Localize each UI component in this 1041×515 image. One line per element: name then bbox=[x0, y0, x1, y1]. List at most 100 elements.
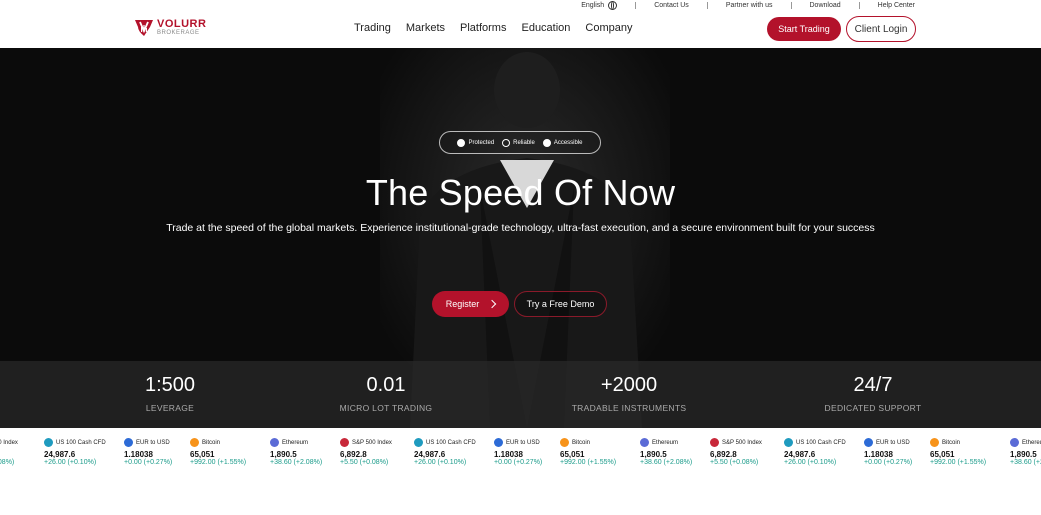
ticker-name: S&P 500 Index bbox=[352, 439, 392, 446]
ticker-name: Bitcoin bbox=[942, 439, 961, 446]
contact-us-link[interactable]: Contact Us bbox=[654, 2, 689, 9]
badge-label: Protected bbox=[468, 139, 495, 146]
ticker-price: 1,890.5 bbox=[1010, 450, 1037, 459]
ticker-item[interactable]: EUR to USD 1.18038 +0.00 (+0.27%) bbox=[494, 438, 569, 466]
ticker-name: EUR to USD bbox=[506, 439, 540, 446]
ticker-header: US 100 Cash CFD bbox=[44, 438, 119, 447]
stat-micro-lot: 0.01 MICRO LOT TRADING bbox=[306, 374, 466, 413]
stat-value: 0.01 bbox=[366, 374, 406, 396]
ticker-header: US 100 Cash CFD bbox=[414, 438, 489, 447]
ticker-change: +992.00 (+1.55%) bbox=[930, 459, 987, 466]
nav-platforms[interactable]: Platforms bbox=[460, 22, 506, 34]
ticker-item[interactable]: US 100 Cash CFD 24,987.6 +26.00 (+0.10%) bbox=[44, 438, 119, 466]
hero-title: The Speed Of Now bbox=[365, 172, 676, 213]
ticker-item[interactable]: Ethereum 1,890.5+38.60 (+2.08%) bbox=[270, 438, 345, 466]
badge-accessible: Accessible bbox=[542, 138, 583, 147]
ticker-item[interactable]: EUR to USD 1.18038 +0.00 (+0.27%) bbox=[864, 438, 939, 466]
ticker-item[interactable]: Bitcoin 65,051 +992.00 (+1.55%) bbox=[190, 438, 265, 466]
stat-value: 1:500 bbox=[144, 374, 196, 396]
nav-company[interactable]: Company bbox=[585, 22, 632, 34]
nav-markets[interactable]: Markets bbox=[406, 22, 445, 34]
ticker-item[interactable]: EUR to USD 1.18038 +0.00 (+0.27%) bbox=[124, 438, 199, 466]
stat-leverage: 1:500 LEVERAGE bbox=[90, 374, 250, 413]
stat-value: +2000 bbox=[600, 374, 658, 396]
ticker-change: +5.50 (+0.08%) bbox=[340, 459, 389, 466]
market-ticker: S&P 500 Index6,892.8+5.50 (+0.08%)US 100… bbox=[0, 428, 1041, 478]
us100-icon bbox=[784, 438, 793, 447]
ticker-price: 65,051 bbox=[190, 450, 215, 459]
hero-section: Protected Reliable Accessible The Speed … bbox=[0, 48, 1041, 428]
ticker-price: 1.18038 bbox=[494, 450, 523, 459]
ticker-price: 24,987.6 bbox=[414, 450, 446, 459]
nav-trading[interactable]: Trading bbox=[354, 22, 391, 34]
ticker-item[interactable]: Ethereum 1,890.5+38.60 (+2.08%) bbox=[640, 438, 715, 466]
partner-link[interactable]: Partner with us bbox=[726, 2, 773, 9]
ticker-price: 1,890.5 bbox=[270, 450, 297, 459]
ticker-change: +0.00 (+0.27%) bbox=[864, 459, 913, 466]
check-icon bbox=[502, 138, 511, 147]
us100-icon bbox=[414, 438, 423, 447]
divider bbox=[706, 2, 708, 9]
ticker-price: 6,892.8 bbox=[340, 450, 367, 459]
ticker-change: +5.50 (+0.08%) bbox=[710, 459, 759, 466]
ticker-header: EUR to USD bbox=[494, 438, 569, 447]
ticker-item[interactable]: S&P 500 Index 6,892.8+5.50 (+0.08%) bbox=[0, 438, 41, 467]
stat-value: 24/7 bbox=[853, 374, 893, 396]
hero-subtitle: Trade at the speed of the global markets… bbox=[166, 222, 875, 234]
stat-label: DEDICATED SUPPORT bbox=[824, 403, 922, 413]
ticker-header: Ethereum bbox=[270, 438, 345, 447]
download-link[interactable]: Download bbox=[810, 2, 841, 9]
brand-sub: BROKERAGE bbox=[157, 29, 200, 36]
ticker-change: +0.00 (+0.27%) bbox=[124, 459, 173, 466]
ticker-header: S&P 500 Index bbox=[340, 438, 415, 447]
ticker-item[interactable]: Ethereum 1,890.5+38.60 (+2.08%) bbox=[1010, 438, 1041, 466]
ticker-name: Bitcoin bbox=[572, 439, 591, 446]
ticker-price: 6,892.8 bbox=[0, 450, 41, 459]
ticker-item[interactable]: S&P 500 Index 6,892.8+5.50 (+0.08%) bbox=[710, 438, 785, 466]
us100-icon bbox=[44, 438, 53, 447]
ethereum-icon bbox=[640, 438, 649, 447]
ticker-price: 1.18038 bbox=[124, 450, 153, 459]
ticker-change: +992.00 (+1.55%) bbox=[560, 459, 617, 466]
start-trading-button[interactable]: Start Trading bbox=[767, 17, 841, 41]
ticker-price: 24,987.6 bbox=[784, 450, 816, 459]
ticker-name: US 100 Cash CFD bbox=[796, 439, 846, 446]
ticker-header: Ethereum bbox=[640, 438, 715, 447]
ticker-header: S&P 500 Index bbox=[710, 438, 785, 447]
shield-icon bbox=[457, 138, 466, 147]
register-button[interactable]: Register bbox=[432, 291, 509, 317]
ethereum-icon bbox=[270, 438, 279, 447]
utility-bar: English Contact Us Partner with us Downl… bbox=[0, 0, 1041, 11]
trust-badges: Protected Reliable Accessible bbox=[439, 131, 601, 154]
ticker-header: Bitcoin bbox=[190, 438, 265, 447]
ticker-header: US 100 Cash CFD bbox=[784, 438, 859, 447]
ticker-header: Ethereum bbox=[1010, 438, 1041, 447]
logo[interactable]: VOLURR BROKERAGE bbox=[134, 17, 206, 37]
client-login-button[interactable]: Client Login bbox=[846, 16, 916, 42]
logo-mark-icon bbox=[135, 20, 153, 36]
ticker-item[interactable]: US 100 Cash CFD 24,987.6 +26.00 (+0.10%) bbox=[414, 438, 489, 466]
nav-education[interactable]: Education bbox=[521, 22, 570, 34]
divider bbox=[635, 2, 637, 9]
language-selector[interactable]: English bbox=[581, 1, 618, 10]
main-nav: Trading Markets Platforms Education Comp… bbox=[354, 22, 648, 34]
eurusd-icon bbox=[494, 438, 503, 447]
ticker-name: US 100 Cash CFD bbox=[56, 439, 106, 446]
ticker-price: 1,890.5 bbox=[640, 450, 667, 459]
ticker-item[interactable]: Bitcoin 65,051 +992.00 (+1.55%) bbox=[560, 438, 635, 466]
ticker-item[interactable]: S&P 500 Index 6,892.8+5.50 (+0.08%) bbox=[340, 438, 415, 466]
ticker-change: +26.00 (+0.10%) bbox=[784, 459, 837, 466]
free-demo-button[interactable]: Try a Free Demo bbox=[514, 291, 607, 317]
header: VOLURR BROKERAGE Trading Markets Platfor… bbox=[0, 11, 1041, 48]
chevron-right-icon bbox=[488, 299, 497, 309]
bitcoin-icon bbox=[930, 438, 939, 447]
ticker-item[interactable]: US 100 Cash CFD 24,987.6 +26.00 (+0.10%) bbox=[784, 438, 859, 466]
ticker-item[interactable]: Bitcoin 65,051 +992.00 (+1.55%) bbox=[930, 438, 1005, 466]
eurusd-icon bbox=[864, 438, 873, 447]
ticker-change: +992.00 (+1.55%) bbox=[190, 459, 247, 466]
accessible-icon bbox=[542, 138, 551, 147]
help-center-link[interactable]: Help Center bbox=[878, 2, 915, 9]
ticker-change: +38.60 (+2.08%) bbox=[270, 459, 323, 466]
ticker-name: EUR to USD bbox=[876, 439, 910, 446]
stat-label: MICRO LOT TRADING bbox=[339, 403, 433, 413]
